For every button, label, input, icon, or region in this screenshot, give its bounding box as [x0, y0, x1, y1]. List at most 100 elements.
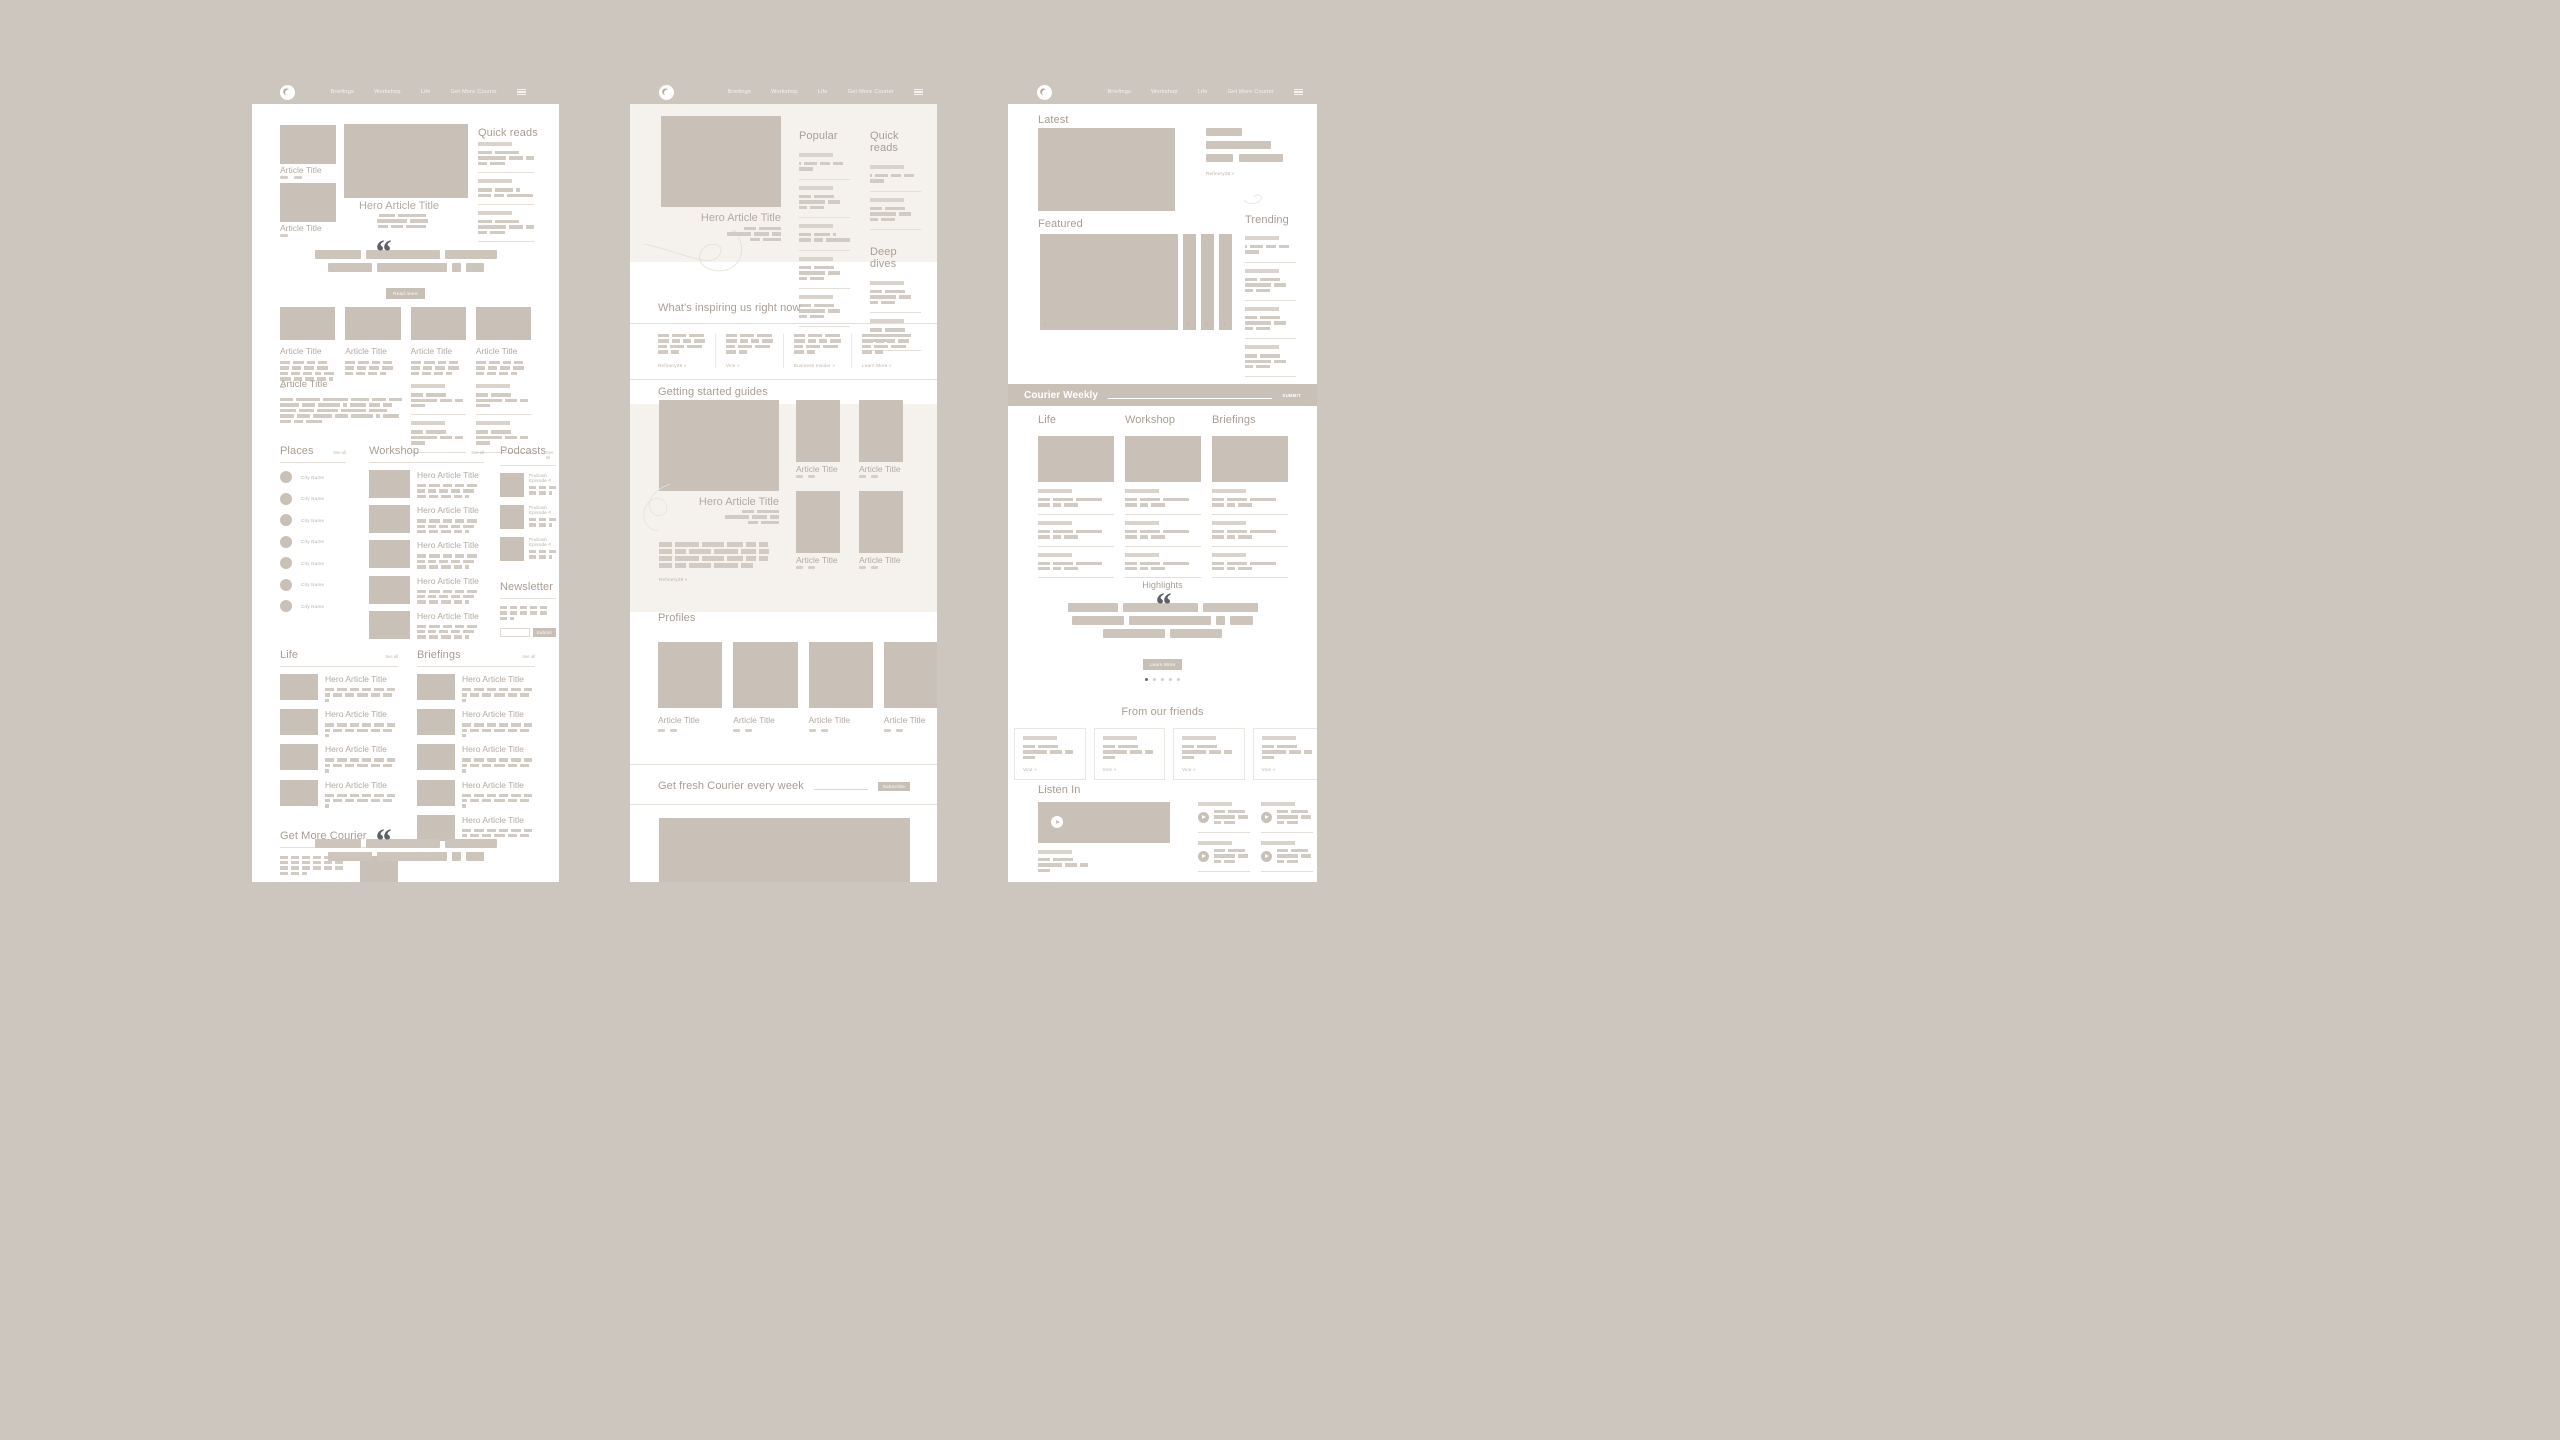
nav-item-workshop[interactable]: Workshop [374, 89, 401, 95]
item-title[interactable]: Hero Article Title [462, 709, 535, 719]
play-icon[interactable] [1051, 816, 1063, 828]
friend-card[interactable]: Vice » [1093, 728, 1165, 781]
city-name[interactable]: City Name [301, 475, 324, 480]
item-title[interactable]: Hero Article Title [462, 780, 535, 790]
featured-thumb[interactable] [1183, 234, 1196, 330]
read-more-button[interactable]: Read more [386, 288, 425, 299]
side-card-title-1[interactable]: Article Title [280, 165, 322, 175]
card-source[interactable]: Business Insider » [794, 363, 841, 368]
nav-item-get-more-courier[interactable]: Get More Courier [1228, 89, 1274, 95]
list-item[interactable]: Podcast Episode # [500, 473, 556, 497]
highlights-learn-more-button[interactable]: Learn More [1142, 659, 1183, 670]
footer-image[interactable] [659, 818, 910, 882]
list-item[interactable]: Hero Article Title [369, 610, 484, 639]
list-item[interactable] [1212, 498, 1288, 507]
list-item[interactable] [478, 188, 534, 197]
item-image[interactable] [417, 744, 455, 771]
card-title[interactable]: Article Title [280, 346, 335, 356]
list-item[interactable]: Podcast Episode # [500, 505, 556, 529]
list-item[interactable] [1038, 498, 1114, 507]
list-item[interactable]: City Name [280, 514, 346, 526]
side-image-1[interactable] [280, 125, 336, 164]
guide-card-image[interactable] [859, 491, 903, 553]
item-title[interactable]: Hero Article Title [417, 505, 484, 515]
item-image[interactable] [280, 744, 318, 771]
list-item[interactable] [478, 219, 534, 235]
list-item[interactable] [1245, 315, 1296, 331]
carousel-dot-4[interactable] [1169, 678, 1172, 681]
nav-item-life[interactable]: Life [1198, 89, 1208, 95]
card-title[interactable]: Article Title [345, 346, 400, 356]
card-source[interactable]: Vice » [1182, 767, 1236, 772]
column-image[interactable] [1212, 436, 1288, 482]
column-image[interactable] [1125, 436, 1201, 482]
list-item[interactable] [1038, 561, 1114, 571]
item-title[interactable]: Hero Article Title [462, 744, 535, 754]
guide-card-title[interactable]: Article Title [859, 555, 901, 565]
weekly-submit-button[interactable]: SUBMIT [1282, 393, 1301, 398]
card-image[interactable] [280, 307, 336, 340]
guide-card-title[interactable]: Article Title [796, 555, 838, 565]
profile-title[interactable]: Article Title [809, 715, 873, 725]
list-item[interactable] [1125, 498, 1201, 507]
grid-card[interactable]: Article Title [475, 307, 531, 453]
hamburger-menu-icon[interactable] [1294, 88, 1303, 96]
guides-hero-source[interactable]: Refinery29 » [659, 577, 687, 582]
card-image[interactable] [410, 307, 466, 340]
card-title[interactable]: Article Title [411, 346, 466, 356]
feature-article[interactable]: Article Title [280, 379, 402, 423]
list-item[interactable]: City Name [280, 535, 346, 548]
newsletter-submit-button[interactable]: Submit [532, 628, 556, 638]
card-source[interactable]: Vice » [1103, 767, 1157, 772]
list-item[interactable] [410, 393, 466, 408]
profile-card[interactable]: Article Title [733, 642, 798, 732]
nav-item-life[interactable]: Life [818, 89, 828, 95]
list-item[interactable]: Hero Article Title [280, 779, 398, 808]
item-title[interactable]: Hero Article Title [462, 815, 535, 825]
grid-card[interactable]: Article Title [410, 307, 466, 453]
profile-title[interactable]: Article Title [658, 715, 722, 725]
item-image[interactable] [369, 470, 410, 498]
card-image[interactable] [345, 307, 401, 340]
listen-item[interactable] [1261, 841, 1313, 873]
list-item[interactable]: Hero Article Title [369, 575, 484, 604]
list-item[interactable] [870, 206, 921, 221]
listen-item[interactable] [1261, 802, 1313, 834]
list-item[interactable] [1245, 245, 1296, 254]
panel3-navbar[interactable]: Briefings Workshop Life Get More Courier [1008, 78, 1317, 106]
podcast-image[interactable] [500, 473, 524, 497]
list-item[interactable] [799, 232, 850, 242]
newsletter-email-input[interactable] [500, 628, 530, 638]
item-image[interactable] [369, 575, 410, 604]
courier-moon-logo[interactable] [659, 85, 674, 100]
list-item[interactable]: Hero Article Title [417, 674, 535, 703]
nav-item-briefings[interactable]: Briefings [330, 89, 354, 95]
card-image[interactable] [475, 307, 531, 340]
play-icon[interactable] [1198, 811, 1209, 823]
feature-title[interactable]: Article Title [280, 379, 402, 390]
workshop-see-all[interactable]: See all [471, 450, 484, 455]
card-title[interactable]: Article Title [476, 346, 531, 356]
podcast-image[interactable] [500, 537, 524, 561]
inspiring-card[interactable]: Business Insider » [783, 334, 851, 368]
list-item[interactable]: Hero Article Title [369, 470, 484, 499]
list-item[interactable] [1125, 529, 1201, 539]
list-item[interactable] [1125, 561, 1201, 571]
city-name[interactable]: City Name [301, 518, 324, 523]
inspiring-card[interactable]: Learn More » [851, 334, 909, 368]
item-image[interactable] [417, 674, 455, 700]
list-item[interactable] [478, 151, 534, 166]
item-title[interactable]: Hero Article Title [417, 576, 484, 586]
hero-title[interactable]: Hero Article Title [701, 212, 781, 224]
item-title[interactable]: Hero Article Title [325, 709, 398, 719]
profile-image[interactable] [733, 642, 798, 708]
profile-image[interactable] [808, 642, 873, 708]
guides-hero-image[interactable] [659, 400, 779, 491]
hamburger-menu-icon[interactable] [914, 88, 923, 96]
column-image[interactable] [1038, 436, 1114, 482]
city-name[interactable]: City Name [301, 496, 324, 501]
list-item[interactable] [1212, 529, 1288, 539]
list-item[interactable]: City Name [280, 471, 346, 483]
latest-headline-block[interactable]: Refinery29 » [1206, 128, 1296, 205]
list-item[interactable]: Hero Article Title [369, 505, 484, 534]
